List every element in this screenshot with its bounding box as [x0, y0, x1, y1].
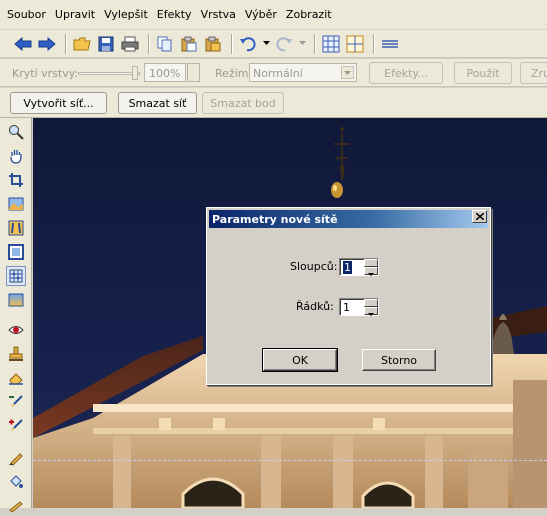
- brush-plus-icon[interactable]: [6, 416, 26, 436]
- toolbar-separator: [373, 33, 374, 54]
- save-icon[interactable]: [95, 33, 117, 55]
- eraser-icon[interactable]: [6, 368, 26, 388]
- rows-label: Řádků:: [296, 300, 334, 313]
- deform-icon[interactable]: [6, 218, 26, 238]
- mode-select[interactable]: Normální: [249, 63, 357, 82]
- stamp-icon[interactable]: [6, 344, 26, 364]
- paste-special-icon[interactable]: [202, 33, 224, 55]
- paint-icon[interactable]: [6, 496, 26, 516]
- layer-toolbar: Krytí vrstvy: 100% Režim: Normální Efekt…: [0, 59, 547, 87]
- toolbar-separator: [148, 33, 149, 54]
- cancel-layer-button[interactable]: Zru: [520, 62, 547, 84]
- red-eye-icon[interactable]: [6, 320, 26, 340]
- columns-value[interactable]: 1: [343, 261, 352, 274]
- columns-stepper[interactable]: 1: [339, 258, 379, 276]
- menu-soubor[interactable]: Soubor: [7, 8, 46, 21]
- toolbar-separator: [314, 33, 315, 54]
- opacity-spinner[interactable]: [187, 63, 200, 82]
- dialog-title-bar[interactable]: Parametry nové sítě: [209, 210, 488, 228]
- dialog-title: Parametry nové sítě: [212, 212, 338, 226]
- copy-icon[interactable]: [154, 33, 176, 55]
- back-arrow-icon[interactable]: [12, 33, 34, 55]
- print-icon[interactable]: [119, 33, 141, 55]
- menu-bar: Soubor Upravit Vylepšit Efekty Vrstva Vý…: [0, 0, 547, 30]
- delete-grid-button[interactable]: Smazat síť: [118, 92, 197, 114]
- rows-value[interactable]: 1: [343, 301, 350, 314]
- columns-down-arrow[interactable]: [364, 267, 378, 276]
- grid-guide-line: [33, 460, 547, 461]
- zoom-icon[interactable]: [6, 122, 26, 142]
- rows-stepper[interactable]: 1: [339, 298, 379, 316]
- new-grid-dialog: Parametry nové sítě Sloupců: 1 Řádků: 1 …: [206, 207, 491, 385]
- ok-button[interactable]: OK: [262, 348, 338, 372]
- fill-icon[interactable]: [6, 472, 26, 492]
- opacity-value: 100%: [149, 67, 181, 80]
- undo-icon[interactable]: [237, 33, 259, 55]
- opacity-slider-thumb[interactable]: [132, 66, 138, 80]
- main-toolbar: [0, 30, 547, 58]
- pencil-icon[interactable]: [6, 448, 26, 468]
- columns-label: Sloupců:: [290, 260, 338, 273]
- gradient-icon[interactable]: [6, 290, 26, 310]
- cancel-button[interactable]: Storno: [362, 349, 436, 371]
- grid-icon[interactable]: [320, 33, 342, 55]
- create-grid-button[interactable]: Vytvořit síť...: [10, 92, 107, 114]
- opacity-label: Krytí vrstvy:: [12, 67, 79, 80]
- open-folder-icon[interactable]: [71, 33, 93, 55]
- menu-zobrazit[interactable]: Zobrazit: [286, 8, 332, 21]
- toolbar-separator: [65, 33, 66, 54]
- redo-icon[interactable]: [273, 33, 295, 55]
- grid-alt-icon[interactable]: [344, 33, 366, 55]
- forward-arrow-icon[interactable]: [36, 33, 58, 55]
- menu-vrstva[interactable]: Vrstva: [201, 8, 236, 21]
- paste-icon[interactable]: [178, 33, 200, 55]
- undo-dropdown-icon[interactable]: [261, 33, 271, 55]
- redo-dropdown-icon[interactable]: [297, 33, 307, 55]
- brush-minus-icon[interactable]: [6, 392, 26, 412]
- menu-vyber[interactable]: Výběr: [245, 8, 277, 21]
- menu-icon[interactable]: [379, 33, 401, 55]
- mode-value: Normální: [253, 67, 303, 80]
- mode-label: Režim:: [215, 67, 253, 80]
- apply-button[interactable]: Použít: [454, 62, 512, 84]
- grid-toolbar: Vytvořit síť... Smazat síť Smazat bod: [0, 88, 547, 118]
- columns-up-arrow[interactable]: [364, 259, 378, 269]
- frame-icon[interactable]: [6, 242, 26, 262]
- close-icon[interactable]: [472, 210, 487, 223]
- chevron-down-icon: [341, 66, 354, 79]
- crop-icon[interactable]: [6, 170, 26, 190]
- rows-down-arrow[interactable]: [364, 307, 378, 316]
- toolbar-separator: [231, 33, 232, 54]
- delete-point-button[interactable]: Smazat bod: [202, 92, 284, 114]
- tool-palette: [0, 118, 32, 512]
- opacity-slider[interactable]: [78, 72, 140, 75]
- grid-tool-icon[interactable]: [6, 266, 26, 286]
- hand-icon[interactable]: [6, 146, 26, 166]
- menu-efekty[interactable]: Efekty: [157, 8, 192, 21]
- menu-upravit[interactable]: Upravit: [55, 8, 95, 21]
- effects-button[interactable]: Efekty...: [369, 62, 443, 84]
- opacity-input[interactable]: 100%: [144, 63, 186, 82]
- image-icon[interactable]: [6, 194, 26, 214]
- menu-vylepsit[interactable]: Vylepšit: [104, 8, 148, 21]
- rows-up-arrow[interactable]: [364, 299, 378, 309]
